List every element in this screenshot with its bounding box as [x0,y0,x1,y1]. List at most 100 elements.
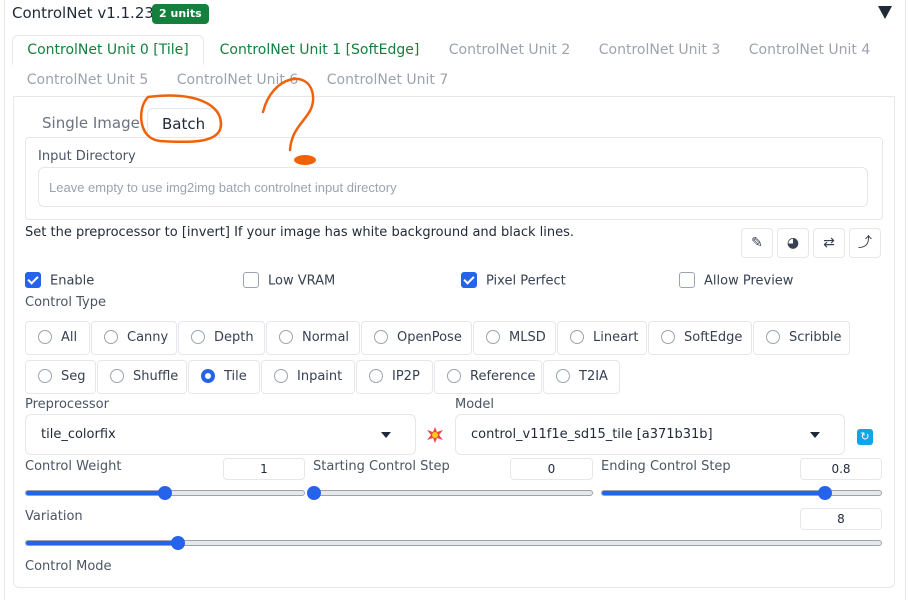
radio-label: T2IA [579,369,608,384]
radio-scribble[interactable]: Scribble [753,321,850,355]
camera-icon[interactable]: ◕ [777,228,809,258]
slider-fill [26,541,179,545]
collapse-icon[interactable] [878,6,892,19]
variation-label: Variation [25,509,83,524]
radio-circle-icon [570,329,584,344]
radio-label: Reference [470,369,536,384]
allow-preview-checkbox[interactable]: Allow Preview [679,272,794,291]
radio-label: IP2P [392,369,420,384]
chevron-down-icon [810,432,820,438]
pixel-perfect-checkbox[interactable]: Pixel Perfect [461,272,566,291]
tab-single-image[interactable]: Single Image [42,108,140,138]
radio-ip2p[interactable]: IP2P [356,360,433,394]
preprocessor-label: Preprocessor [25,397,109,412]
radio-circle-icon [374,329,388,344]
tab-unit-5[interactable]: ControlNet Unit 5 [15,66,160,94]
tab-unit-2[interactable]: ControlNet Unit 2 [437,36,582,64]
low-vram-checkbox[interactable]: Low VRAM [243,272,336,291]
radio-circle-icon [191,329,205,344]
tab-unit-0[interactable]: ControlNet Unit 0 [Tile] [12,35,204,65]
radio-depth[interactable]: Depth [178,321,265,355]
starting-step-input[interactable]: 0 [510,458,593,480]
radio-openpose[interactable]: OpenPose [361,321,472,355]
radio-label: Scribble [789,330,842,345]
radio-circle-icon [486,329,500,344]
radio-label: Inpaint [297,369,343,384]
tab-unit-1[interactable]: ControlNet Unit 1 [SoftEdge] [207,36,432,64]
radio-all[interactable]: All [25,321,90,355]
low-vram-label: Low VRAM [268,273,336,289]
invert-hint: Set the preprocessor to [invert] If your… [25,225,575,240]
radio-circle-icon [274,368,288,383]
rotate-icon[interactable]: ⤴ [849,228,881,258]
radio-label: SoftEdge [684,330,743,345]
radio-normal[interactable]: Normal [266,321,360,355]
model-label: Model [455,397,495,412]
slider-thumb[interactable] [158,486,172,500]
edit-icon[interactable]: ✎ [741,228,773,258]
control-weight-input[interactable]: 1 [223,458,305,480]
ending-step-input[interactable]: 0.8 [800,458,882,480]
starting-step-label: Starting Control Step [313,459,450,474]
low-vram-check-icon[interactable] [243,272,259,288]
radio-circle-icon [369,368,383,383]
tab-batch[interactable]: Batch [147,108,221,140]
model-dropdown[interactable]: control_v11f1e_sd15_tile [a371b31b] [455,414,845,455]
variation-slider[interactable] [25,536,882,550]
model-value: control_v11f1e_sd15_tile [a371b31b] [471,427,713,442]
radio-selected-icon [201,368,215,383]
radio-t2ia[interactable]: T2IA [543,360,620,394]
tab-unit-7[interactable]: ControlNet Unit 7 [315,66,460,94]
radio-label: Lineart [593,330,639,345]
slider-fill [602,491,826,495]
ending-step-slider[interactable] [601,486,882,500]
allow-preview-label: Allow Preview [704,273,794,289]
radio-mlsd[interactable]: MLSD [473,321,556,355]
radio-circle-icon [766,329,780,344]
tab-unit-4[interactable]: ControlNet Unit 4 [737,36,882,64]
radio-label: Normal [302,330,350,345]
radio-canny[interactable]: Canny [91,321,177,355]
radio-circle-icon [38,329,52,344]
radio-label: Seg [61,369,86,384]
input-directory-field[interactable] [38,167,868,207]
enable-label: Enable [50,273,95,289]
control-type-label: Control Type [25,295,106,310]
preprocessor-value: tile_colorfix [41,427,116,442]
refresh-icon[interactable]: ↻ [857,429,873,445]
radio-tile[interactable]: Tile [188,360,260,394]
radio-reference[interactable]: Reference [434,360,542,394]
radio-circle-icon [279,329,293,344]
radio-label: Canny [127,330,169,345]
control-mode-label: Control Mode [25,559,112,574]
radio-seg[interactable]: Seg [25,360,96,394]
radio-circle-icon [38,368,52,383]
radio-circle-icon [104,329,118,344]
allow-preview-check-icon[interactable] [679,272,695,288]
radio-circle-icon [661,329,675,344]
chevron-down-icon [381,432,391,438]
radio-circle-icon [447,368,461,383]
tab-unit-6[interactable]: ControlNet Unit 6 [165,66,310,94]
run-preprocessor-icon[interactable] [426,426,444,444]
control-weight-slider[interactable] [25,486,305,500]
enable-checkbox[interactable]: Enable [25,272,95,291]
pixel-perfect-label: Pixel Perfect [486,273,566,289]
slider-thumb[interactable] [307,486,321,500]
radio-softedge[interactable]: SoftEdge [648,321,752,355]
preprocessor-dropdown[interactable]: tile_colorfix [25,414,416,455]
ending-step-label: Ending Control Step [601,459,731,474]
radio-shuffle[interactable]: Shuffle [97,360,187,394]
variation-input[interactable]: 8 [800,508,882,530]
control-weight-label: Control Weight [25,459,122,474]
enable-check-icon[interactable] [25,272,41,288]
starting-step-slider[interactable] [307,486,593,500]
radio-lineart[interactable]: Lineart [557,321,647,355]
radio-circle-icon [556,368,570,383]
radio-circle-icon [110,368,124,383]
pixel-perfect-check-icon[interactable] [461,272,477,288]
tab-unit-3[interactable]: ControlNet Unit 3 [587,36,732,64]
radio-inpaint[interactable]: Inpaint [261,360,355,394]
radio-label: Tile [224,369,247,384]
swap-icon[interactable]: ⇄ [813,228,845,258]
